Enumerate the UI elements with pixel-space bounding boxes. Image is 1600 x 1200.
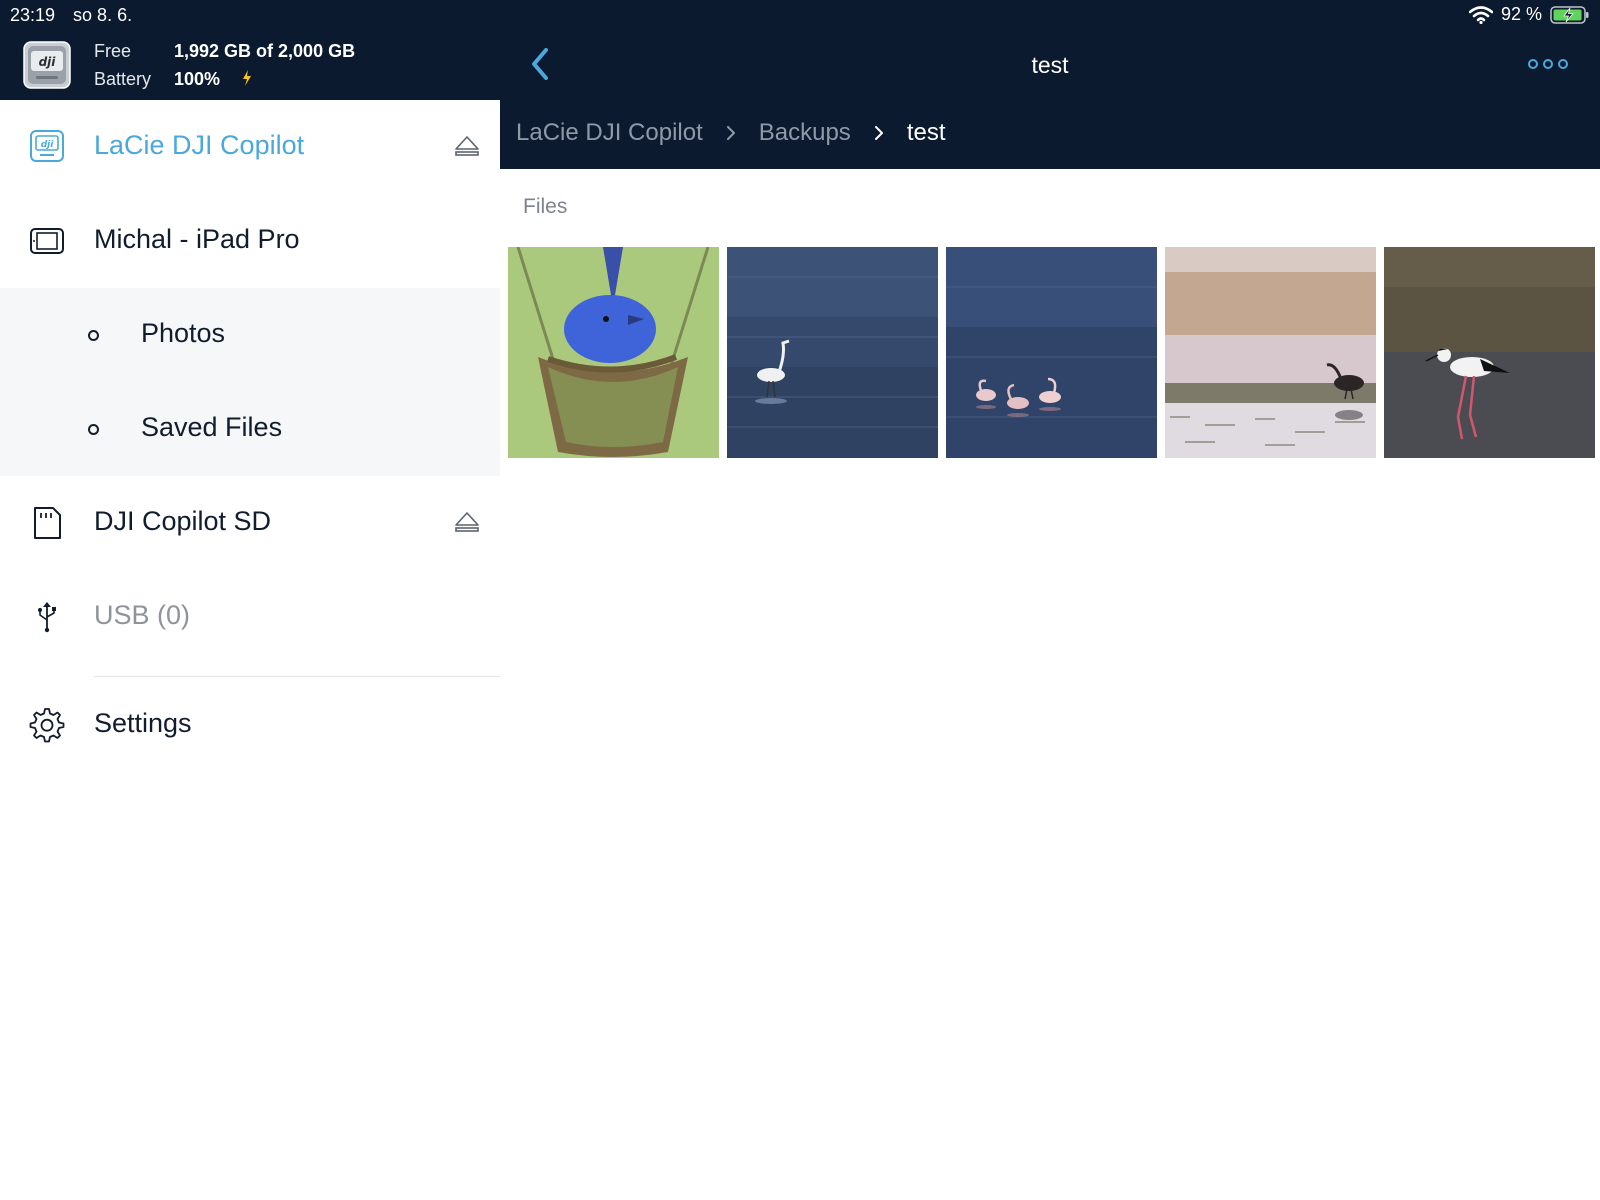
bullet-icon (88, 424, 99, 435)
section-title: Files (523, 195, 568, 218)
ipad-icon (30, 228, 64, 254)
sidebar-item-dji-copilot-sd[interactable]: DJI Copilot SD (0, 476, 500, 570)
photo-image (508, 247, 719, 458)
battery-row: Battery 100% (94, 69, 252, 90)
photo-image (946, 247, 1157, 458)
main-content: Files (500, 169, 1600, 1200)
battery-label: Battery (94, 69, 152, 89)
status-date: so 8. 6. (73, 5, 133, 25)
sidebar-item-label: LaCie DJI Copilot (94, 130, 305, 160)
battery-charging-icon (1550, 5, 1589, 24)
svg-text:dji: dji (41, 140, 55, 150)
battery-value: 100% (174, 69, 221, 89)
file-thumbnail-egret[interactable] (727, 247, 938, 458)
file-thumbnail-ibis[interactable] (1165, 247, 1376, 458)
lightning-bolt-icon (243, 70, 252, 86)
free-label: Free (94, 41, 132, 61)
battery-percent: 92 % (1500, 4, 1542, 24)
page-title: test (1031, 52, 1069, 78)
chevron-right-icon (874, 126, 883, 140)
status-time: 23:19 (10, 5, 56, 25)
breadcrumb-item-backups[interactable]: Backups (759, 119, 851, 147)
sidebar-item-ipad[interactable]: Michal - iPad Pro (0, 194, 500, 288)
usb-icon (38, 602, 56, 633)
bullet-icon (88, 330, 99, 341)
breadcrumb: LaCie DJI Copilot Backups test (516, 119, 946, 147)
more-horizontal-icon[interactable] (1526, 57, 1570, 71)
sidebar-item-label: USB (0) (94, 600, 191, 630)
app-root: 23:19 so 8. 6. 92 % dji Free 1,992 GB of… (0, 0, 1600, 1200)
sidebar: dji LaCie DJI Copilot Michal - iPad Pro … (0, 100, 500, 1200)
sidebar-item-label: DJI Copilot SD (94, 506, 272, 536)
sidebar-divider (94, 676, 500, 677)
wifi-icon (1468, 5, 1493, 24)
eject-icon[interactable] (454, 510, 480, 534)
sidebar-item-saved-files[interactable]: Saved Files (0, 382, 500, 476)
free-value: 1,992 GB of 2,000 GB (174, 41, 356, 61)
photo-image (727, 247, 938, 458)
breadcrumb-item-test: test (906, 119, 946, 146)
file-thumbnail-blue-bird[interactable] (508, 247, 719, 458)
dji-drive-icon: dji (30, 130, 64, 162)
eject-icon[interactable] (454, 134, 480, 158)
chevron-right-icon (726, 126, 735, 140)
sidebar-item-label: Settings (94, 708, 192, 738)
dji-drive-icon: dji (23, 41, 71, 89)
free-space-row: Free 1,992 GB of 2,000 GB (94, 41, 355, 62)
device-info-header: dji Free 1,992 GB of 2,000 GB Battery 10… (0, 31, 500, 100)
svg-text:dji: dji (39, 55, 57, 69)
sidebar-item-label: Michal - iPad Pro (94, 224, 300, 254)
file-thumbnail-stilt[interactable] (1384, 247, 1595, 458)
navigation-header: test LaCie DJI Copilot Backups test (500, 31, 1600, 169)
sidebar-item-lacie-dji-copilot[interactable]: dji LaCie DJI Copilot (0, 100, 500, 194)
status-bar: 23:19 so 8. 6. 92 % (0, 0, 1600, 31)
sidebar-item-photos[interactable]: Photos (0, 288, 500, 382)
sidebar-item-usb[interactable]: USB (0) (0, 570, 500, 664)
photo-image (1384, 247, 1595, 458)
breadcrumb-item-lacie[interactable]: LaCie DJI Copilot (516, 119, 703, 147)
photo-image (1165, 247, 1376, 458)
sidebar-item-settings[interactable]: Settings (0, 678, 500, 772)
sidebar-item-label: Saved Files (141, 412, 283, 442)
gear-icon (29, 708, 65, 743)
sd-card-icon (34, 507, 61, 539)
sidebar-item-label: Photos (141, 318, 226, 348)
file-thumbnail-flamingos[interactable] (946, 247, 1157, 458)
files-grid (508, 247, 1595, 458)
